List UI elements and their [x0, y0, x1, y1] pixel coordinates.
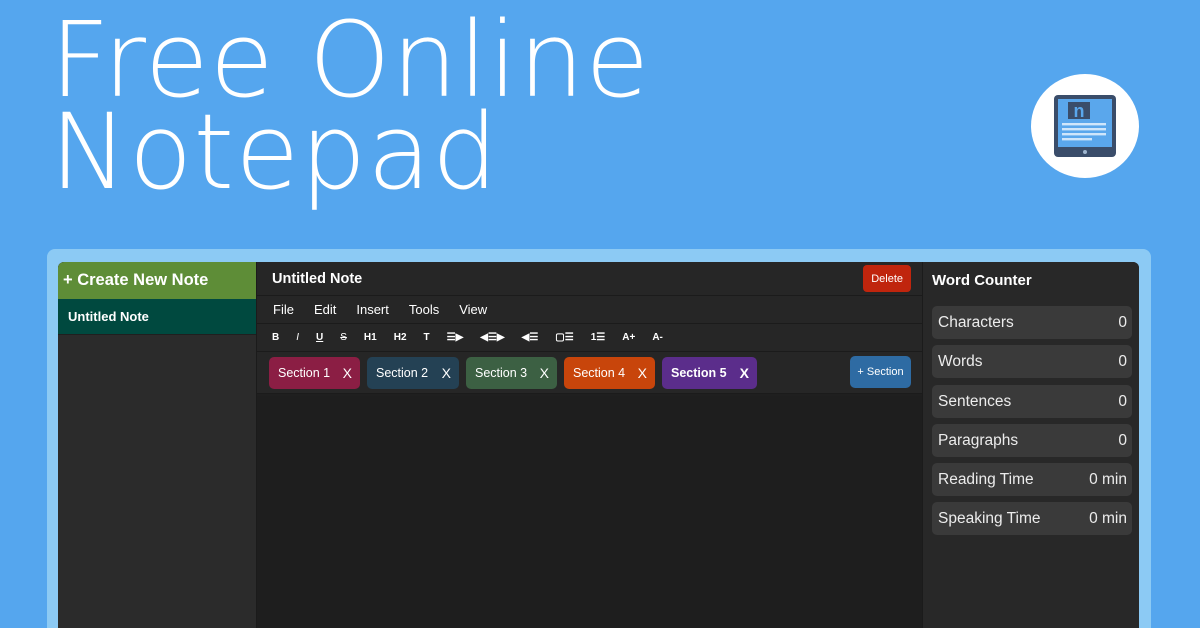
hero-title: Free Online Notepad [50, 8, 650, 204]
close-section-icon[interactable]: X [638, 365, 647, 381]
section-tab-label: Section 3 [475, 365, 528, 380]
section-tab-2[interactable]: Section 2 X [367, 356, 459, 389]
stat-reading-time: Reading Time 0 min [932, 463, 1132, 496]
menu-bar: File Edit Insert Tools View [257, 296, 922, 324]
section-tab-label: Section 1 [278, 365, 331, 380]
numbered-list-icon[interactable]: 1☰ [591, 332, 606, 343]
stat-value: 0 [1118, 352, 1127, 370]
create-note-button[interactable]: + Create New Note [58, 262, 256, 299]
note-list-item[interactable]: Untitled Note [58, 299, 256, 335]
align-center-icon[interactable]: ◀☰▶ [480, 332, 504, 343]
app-logo: n [1031, 74, 1139, 178]
close-section-icon[interactable]: X [540, 365, 549, 381]
notepad-tablet-icon: n [1054, 95, 1116, 157]
font-decrease-icon[interactable]: A- [652, 332, 663, 343]
stat-characters: Characters 0 [932, 306, 1132, 339]
notepad-app: + Create New Note Untitled Note Untitled… [58, 262, 1139, 628]
delete-note-button[interactable]: Delete [863, 265, 911, 292]
stat-label: Speaking Time [938, 509, 1041, 527]
stat-paragraphs: Paragraphs 0 [932, 424, 1132, 457]
stat-label: Words [938, 352, 983, 370]
italic-icon[interactable]: I [296, 332, 299, 343]
formatting-toolbar: B I U S H1 H2 T ☰▶ ◀☰▶ ◀☰ ▢☰ 1☰ A+ A- [257, 324, 922, 352]
heading2-icon[interactable]: H2 [394, 332, 407, 343]
section-tab-5[interactable]: Section 5 X [662, 356, 757, 389]
note-title[interactable]: Untitled Note [272, 271, 362, 287]
menu-file[interactable]: File [273, 302, 294, 317]
section-tab-label: Section 4 [573, 365, 626, 380]
stat-value: 0 [1118, 313, 1127, 331]
stat-label: Reading Time [938, 470, 1034, 488]
stat-sentences: Sentences 0 [932, 385, 1132, 418]
stat-words: Words 0 [932, 345, 1132, 378]
section-tab-3[interactable]: Section 3 X [466, 356, 557, 389]
stat-label: Characters [938, 313, 1014, 331]
add-section-button[interactable]: + Section [850, 356, 911, 388]
close-section-icon[interactable]: X [442, 365, 451, 381]
menu-tools[interactable]: Tools [409, 302, 439, 317]
bullet-list-icon[interactable]: ▢☰ [555, 332, 573, 343]
font-increase-icon[interactable]: A+ [622, 332, 635, 343]
stat-value: 0 min [1089, 509, 1127, 527]
section-tab-label: Section 2 [376, 365, 429, 380]
close-section-icon[interactable]: X [343, 365, 352, 381]
align-right-icon[interactable]: ☰▶ [447, 332, 464, 343]
align-left-icon[interactable]: ◀☰ [522, 332, 539, 343]
stat-speaking-time: Speaking Time 0 min [932, 502, 1132, 535]
stat-label: Sentences [938, 392, 1012, 410]
word-counter-title: Word Counter [932, 272, 1032, 289]
section-list: Section 1 X Section 2 X Section 3 X Section 4 X… [269, 356, 764, 389]
notes-sidebar: + Create New Note Untitled Note [58, 262, 257, 628]
menu-edit[interactable]: Edit [314, 302, 336, 317]
stat-label: Paragraphs [938, 431, 1019, 449]
logo-letter: n [1074, 101, 1085, 121]
note-list: Untitled Note [58, 299, 256, 335]
stat-value: 0 min [1089, 470, 1127, 488]
word-counter-panel: Word Counter Characters 0 Words 0 Sentences 0… [922, 262, 1139, 628]
text-icon[interactable]: T [424, 332, 430, 343]
heading1-icon[interactable]: H1 [364, 332, 377, 343]
stat-value: 0 [1118, 431, 1127, 449]
strikethrough-icon[interactable]: S [340, 332, 347, 343]
stat-value: 0 [1118, 392, 1127, 410]
section-tabs: Section 1 X Section 2 X Section 3 X Section 4 X… [257, 352, 922, 394]
menu-view[interactable]: View [459, 302, 487, 317]
bold-icon[interactable]: B [272, 332, 279, 343]
editor-title-bar: Untitled Note Delete [257, 262, 922, 296]
menu-insert[interactable]: Insert [356, 302, 389, 317]
section-tab-1[interactable]: Section 1 X [269, 356, 360, 389]
section-tab-4[interactable]: Section 4 X [564, 356, 655, 389]
underline-icon[interactable]: U [316, 332, 323, 343]
editor-panel: Untitled Note Delete File Edit Insert Tools… [257, 262, 922, 628]
section-tab-label: Section 5 [671, 365, 727, 380]
note-text-area[interactable] [257, 396, 922, 628]
close-section-icon[interactable]: X [740, 365, 749, 381]
